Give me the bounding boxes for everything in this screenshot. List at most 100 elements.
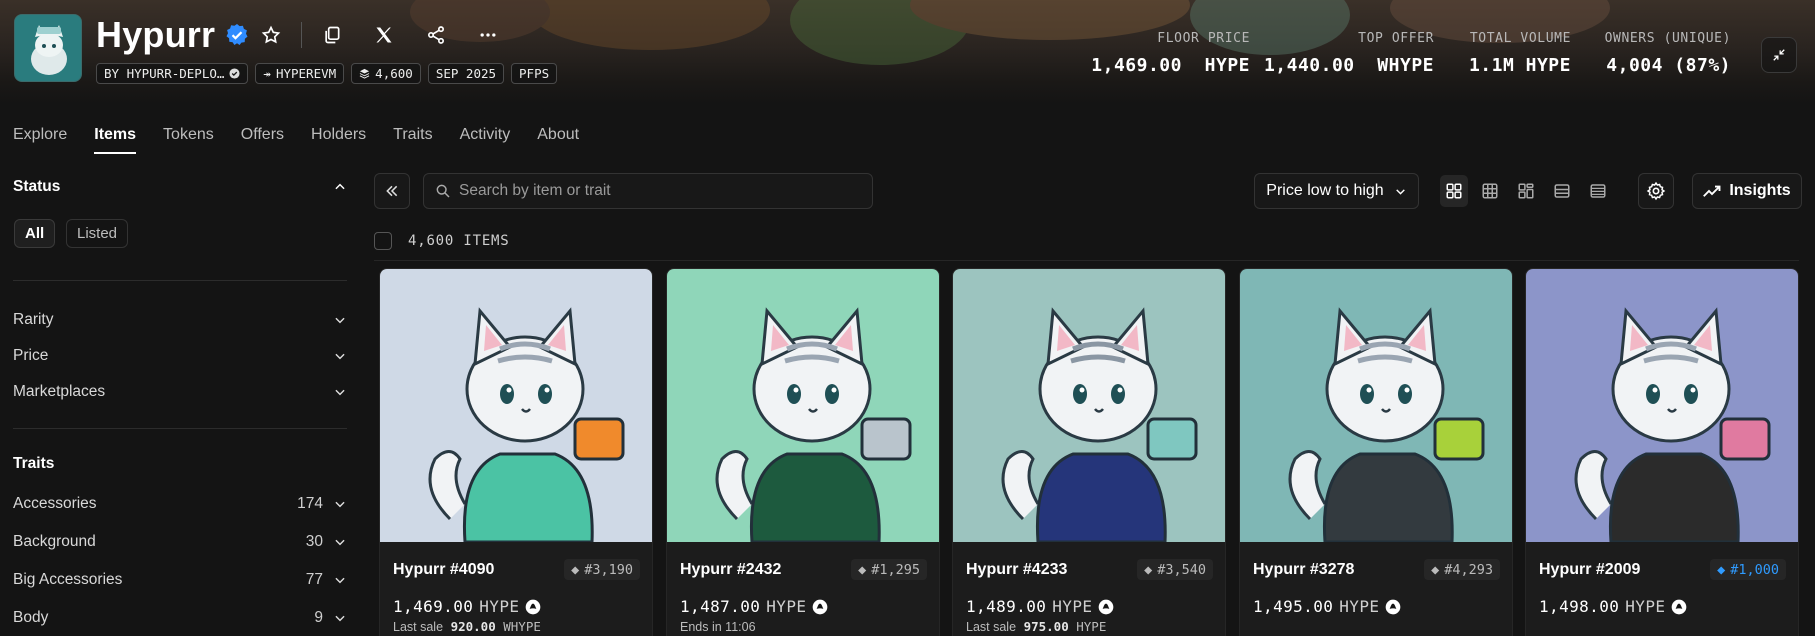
sale-prefix: Last sale bbox=[966, 620, 1017, 634]
rarity-diamond-icon: ◆ bbox=[1144, 561, 1153, 578]
stat-top-offer: TOP OFFER 1,440.00 WHYPE bbox=[1264, 31, 1434, 76]
status-section-header[interactable]: Status bbox=[13, 178, 347, 196]
item-name: Hypurr #2009 bbox=[1539, 561, 1641, 578]
trait-big-accessories[interactable]: Big Accessories 77 bbox=[13, 571, 347, 589]
stat-label: FLOOR PRICE bbox=[1157, 31, 1250, 46]
item-count: 4,600 ITEMS bbox=[408, 233, 510, 249]
rarity-rank-badge: ◆ #1,295 bbox=[851, 559, 927, 580]
item-card[interactable]: Hypurr #2432 ◆ #1,295 1,487.00 HYPE Ends… bbox=[666, 268, 940, 636]
tab-holders[interactable]: Holders bbox=[311, 126, 366, 154]
status-title: Status bbox=[13, 178, 61, 195]
tab-about[interactable]: About bbox=[537, 126, 579, 154]
chevron-down-icon bbox=[335, 577, 345, 584]
status-listed-button[interactable]: Listed bbox=[66, 219, 129, 248]
tab-offers[interactable]: Offers bbox=[241, 126, 284, 154]
item-card[interactable]: Hypurr #4233 ◆ #3,540 1,489.00 HYPE Last… bbox=[952, 268, 1226, 636]
view-grid-small-button[interactable] bbox=[1476, 175, 1504, 207]
marketplace-icon bbox=[526, 599, 541, 614]
item-name: Hypurr #3278 bbox=[1253, 561, 1355, 578]
verified-badge-icon bbox=[226, 24, 248, 45]
stat-owners: OWNERS (UNIQUE) 4,004 (87%) bbox=[1605, 31, 1731, 76]
view-mosaic-button[interactable] bbox=[1512, 175, 1540, 207]
category-chip[interactable]: PFPS bbox=[511, 63, 558, 84]
collection-header: Hypurr BY HYPURR-DEPLO… ↠ HYPEREVM 4,600… bbox=[0, 0, 1815, 104]
chevron-down-icon bbox=[1395, 188, 1405, 195]
view-grid-large-button[interactable] bbox=[1440, 175, 1468, 207]
item-sale-info: Last sale 920.00 WHYPE bbox=[393, 619, 541, 634]
tab-items[interactable]: Items bbox=[94, 126, 136, 154]
marketplace-icon bbox=[813, 599, 828, 614]
filter-rarity[interactable]: Rarity bbox=[13, 311, 347, 329]
tab-activity[interactable]: Activity bbox=[460, 126, 511, 154]
item-image bbox=[953, 269, 1225, 542]
favorite-star-icon[interactable] bbox=[259, 23, 283, 47]
stat-value: 1,469.00 HYPE bbox=[1091, 55, 1250, 76]
sort-dropdown[interactable]: Price low to high bbox=[1254, 173, 1419, 209]
sale-currency: HYPE bbox=[1076, 619, 1107, 634]
supply-label: 4,600 bbox=[375, 66, 413, 81]
filter-price[interactable]: Price bbox=[13, 347, 347, 365]
chain-arrow-icon: ↠ bbox=[263, 66, 271, 81]
chevron-down-icon bbox=[335, 353, 345, 360]
item-card[interactable]: Hypurr #4090 ◆ #3,190 1,469.00 HYPE Last… bbox=[379, 268, 653, 636]
item-sale-info: Ends in 11:06 bbox=[680, 619, 756, 634]
search-icon bbox=[436, 184, 450, 198]
view-table-button[interactable] bbox=[1584, 175, 1612, 207]
creator-chip[interactable]: BY HYPURR-DEPLO… bbox=[96, 63, 249, 84]
tab-traits[interactable]: Traits bbox=[393, 126, 432, 154]
price-currency: HYPE bbox=[1339, 597, 1380, 616]
x-twitter-icon[interactable] bbox=[372, 23, 396, 47]
price-currency: HYPE bbox=[766, 597, 807, 616]
insights-button[interactable]: Insights bbox=[1692, 173, 1802, 209]
more-options-icon[interactable] bbox=[476, 23, 500, 47]
marketplace-icon bbox=[1672, 599, 1687, 614]
verified-small-icon bbox=[229, 68, 240, 79]
price-currency: HYPE bbox=[1625, 597, 1666, 616]
trait-count: 77 bbox=[305, 571, 323, 588]
traits-title: Traits bbox=[13, 455, 55, 472]
collapse-filters-button[interactable] bbox=[374, 173, 410, 209]
insights-label: Insights bbox=[1729, 182, 1791, 199]
item-price: 1,469.00 HYPE bbox=[393, 597, 541, 616]
sale-currency: WHYPE bbox=[503, 619, 541, 634]
item-price: 1,498.00 HYPE bbox=[1539, 597, 1687, 616]
tab-tokens[interactable]: Tokens bbox=[163, 126, 214, 154]
chain-chip[interactable]: ↠ HYPEREVM bbox=[255, 63, 345, 84]
item-card[interactable]: Hypurr #3278 ◆ #4,293 1,495.00 HYPE bbox=[1239, 268, 1513, 636]
creator-label: BY HYPURR-DEPLO… bbox=[104, 66, 225, 81]
price-value: 1,469.00 bbox=[393, 597, 474, 616]
sale-prefix: Last sale bbox=[393, 620, 444, 634]
sale-value: 920.00 bbox=[450, 619, 496, 634]
trait-label: Accessories bbox=[13, 495, 97, 512]
item-card[interactable]: Hypurr #2009 ◆ #1,000 1,498.00 HYPE bbox=[1525, 268, 1799, 636]
gear-icon bbox=[1646, 181, 1666, 201]
trait-body[interactable]: Body 9 bbox=[13, 609, 347, 627]
item-name: Hypurr #4233 bbox=[966, 561, 1068, 578]
rarity-rank: #1,000 bbox=[1730, 561, 1779, 578]
view-list-button[interactable] bbox=[1548, 175, 1576, 207]
trait-count: 30 bbox=[305, 533, 323, 550]
settings-button[interactable] bbox=[1638, 173, 1674, 209]
trait-count: 174 bbox=[297, 495, 323, 512]
select-all-checkbox[interactable] bbox=[374, 232, 392, 250]
search-box[interactable] bbox=[423, 173, 873, 209]
filter-marketplaces[interactable]: Marketplaces bbox=[13, 383, 347, 401]
price-value: 1,487.00 bbox=[680, 597, 761, 616]
rarity-rank-badge: ◆ #3,540 bbox=[1137, 559, 1213, 580]
item-price: 1,487.00 HYPE bbox=[680, 597, 828, 616]
view-mode-switcher bbox=[1440, 175, 1612, 207]
trait-background[interactable]: Background 30 bbox=[13, 533, 347, 551]
filter-label: Price bbox=[13, 347, 49, 364]
status-all-button[interactable]: All bbox=[14, 219, 56, 248]
item-count-row: 4,600 ITEMS bbox=[374, 232, 510, 250]
grid-divider bbox=[374, 260, 1799, 261]
rarity-rank: #3,190 bbox=[584, 561, 633, 578]
search-input[interactable] bbox=[459, 182, 859, 200]
tab-explore[interactable]: Explore bbox=[13, 126, 67, 154]
copy-icon[interactable] bbox=[320, 23, 344, 47]
share-icon[interactable] bbox=[424, 23, 448, 47]
trait-accessories[interactable]: Accessories 174 bbox=[13, 495, 347, 513]
filter-label: Marketplaces bbox=[13, 383, 106, 400]
collection-tabs: Explore Items Tokens Offers Holders Trai… bbox=[13, 126, 579, 154]
collapse-header-button[interactable] bbox=[1761, 37, 1797, 73]
